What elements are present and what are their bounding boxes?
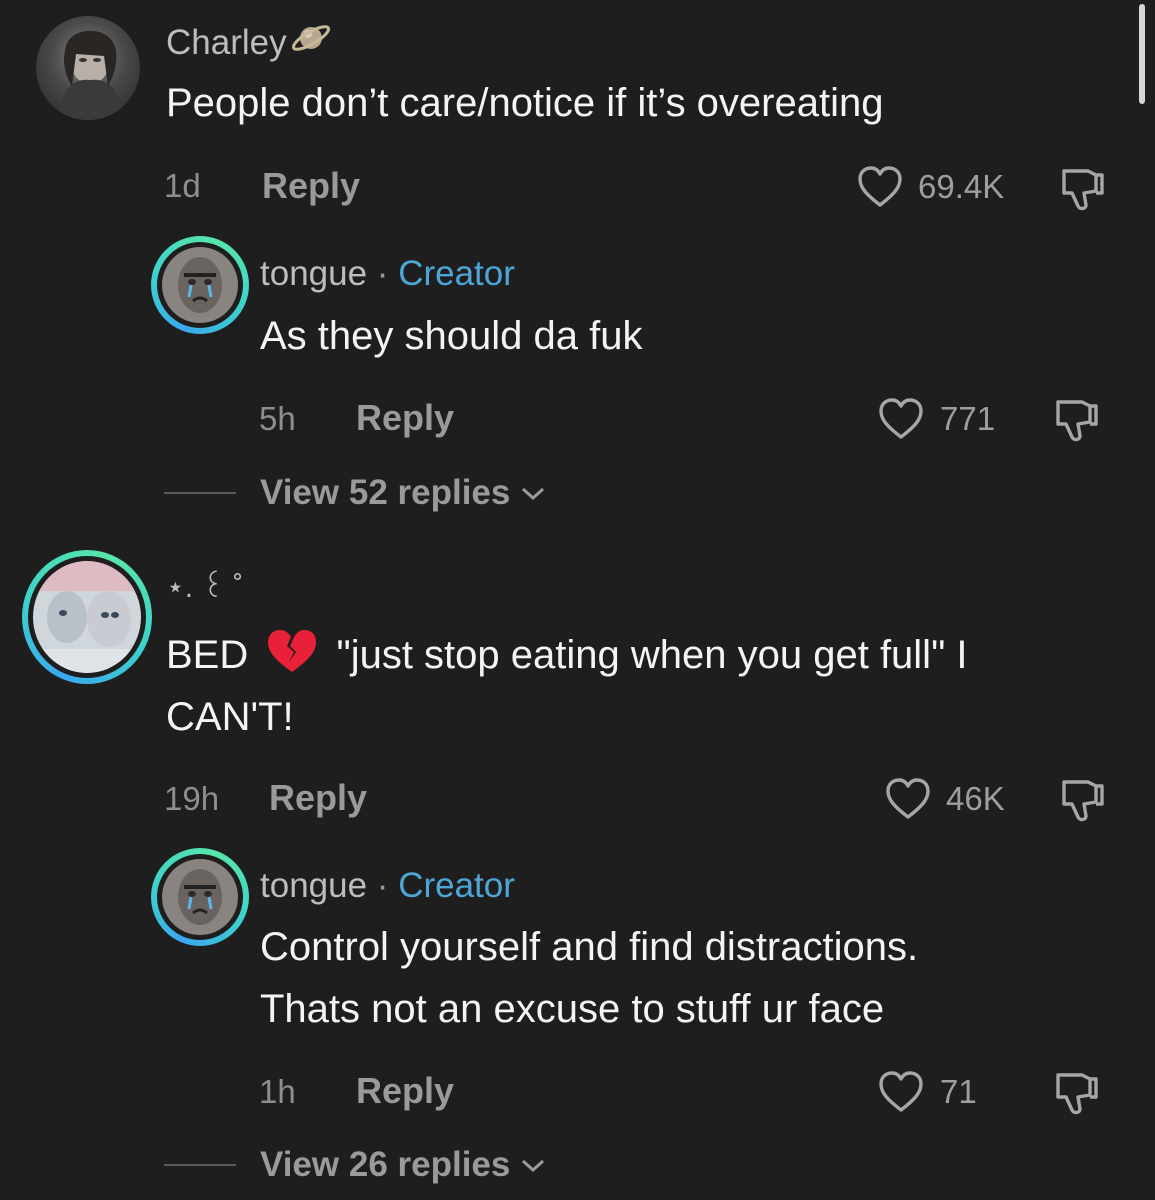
view-replies-button[interactable]: View 26 replies: [260, 1145, 546, 1185]
avatar-photo: [162, 247, 238, 323]
comment-time: 5h: [259, 400, 296, 437]
separator: ·: [376, 866, 389, 905]
thumbs-down-icon[interactable]: [1058, 165, 1106, 213]
username-text[interactable]: Charley: [166, 23, 287, 62]
avatar-photo: [56, 30, 124, 120]
username-text[interactable]: tongue: [260, 866, 367, 905]
view-replies-label: View 26 replies: [260, 1145, 511, 1184]
comment-text-segment: BED: [166, 633, 249, 677]
chevron-down-icon: [520, 1158, 546, 1174]
heart-outline-icon[interactable]: [878, 1071, 924, 1113]
broken-heart-icon: [265, 628, 319, 674]
username[interactable]: ⋆. ꒰ ˚: [166, 566, 243, 605]
like-count: 771: [940, 400, 996, 437]
comment-text: As they should da fuk: [260, 314, 643, 358]
comment-text-segment: "just stop eating when you get full" I: [336, 633, 968, 677]
username[interactable]: tongue · Creator: [260, 866, 515, 906]
heart-outline-icon[interactable]: [885, 778, 931, 820]
saturn-icon: [289, 18, 333, 58]
heart-outline-icon[interactable]: [878, 398, 924, 440]
avatar[interactable]: [151, 848, 249, 946]
comment-text: BED 💔 "just stop eating when you get ful…: [166, 624, 968, 686]
view-replies-button[interactable]: View 52 replies: [260, 473, 546, 513]
reply-button[interactable]: Reply: [356, 1070, 454, 1112]
thumbs-down-icon[interactable]: [1052, 396, 1100, 444]
thumbs-down-icon[interactable]: [1058, 776, 1106, 824]
comment-time: 1d: [164, 167, 201, 204]
creator-badge: Creator: [398, 866, 515, 905]
comment-time: 1h: [259, 1073, 296, 1110]
avatar-photo: [33, 561, 141, 673]
creator-badge: Creator: [398, 254, 515, 293]
chevron-down-icon: [520, 486, 546, 502]
comment-text: People don’t care/notice if it’s overeat…: [166, 81, 884, 125]
username[interactable]: Charley: [166, 18, 333, 63]
like-count: 46K: [946, 780, 1005, 817]
divider: [164, 492, 236, 494]
username-text[interactable]: tongue: [260, 254, 367, 293]
divider: [164, 1164, 236, 1166]
heart-outline-icon[interactable]: [857, 166, 903, 208]
reply-button[interactable]: Reply: [356, 397, 454, 439]
comment-text-line2: Thats not an excuse to stuff ur face: [260, 987, 885, 1031]
comment-text: Control yourself and find distractions.: [260, 925, 919, 969]
reply-button[interactable]: Reply: [262, 165, 360, 207]
username[interactable]: tongue · Creator: [260, 254, 515, 294]
reply-button[interactable]: Reply: [269, 777, 367, 819]
scrollbar[interactable]: [1139, 4, 1145, 104]
like-count: 69.4K: [918, 168, 1005, 205]
thumbs-down-icon[interactable]: [1052, 1069, 1100, 1117]
view-replies-label: View 52 replies: [260, 473, 511, 512]
like-count: 71: [940, 1073, 977, 1110]
comment-time: 19h: [164, 780, 220, 817]
avatar[interactable]: [151, 236, 249, 334]
avatar[interactable]: [22, 550, 152, 684]
separator: ·: [376, 254, 389, 293]
comment-text-line2: CAN'T!: [166, 695, 294, 739]
avatar-photo: [162, 859, 238, 935]
avatar[interactable]: [36, 16, 140, 120]
